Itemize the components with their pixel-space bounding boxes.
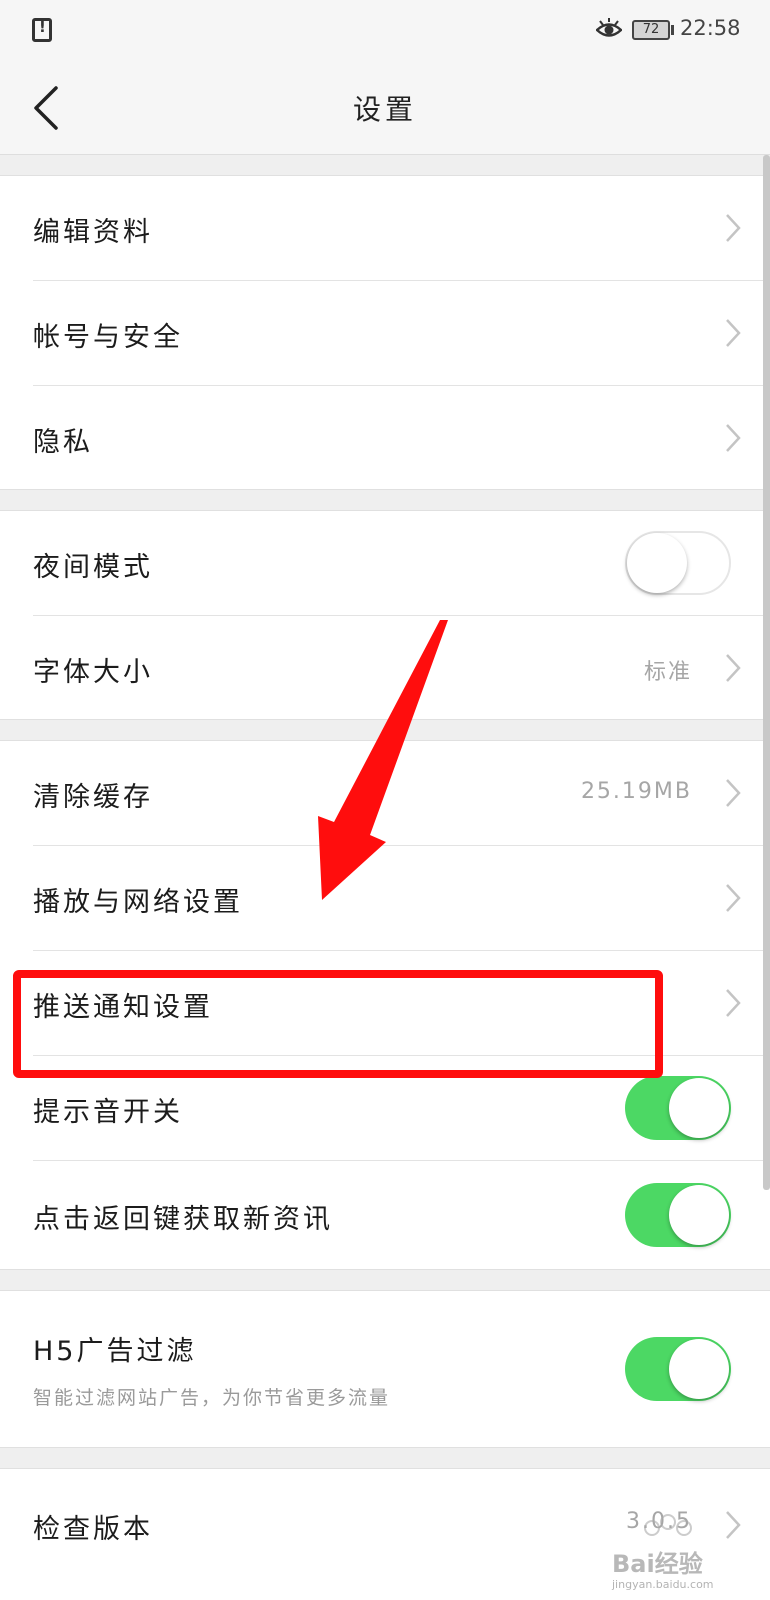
eye-icon bbox=[596, 18, 622, 37]
chevron-right-icon bbox=[726, 779, 741, 807]
settings-item-label: H5广告过滤 bbox=[33, 1336, 197, 1367]
sim-alert-icon bbox=[32, 18, 52, 42]
watermark-text: Bai经验 bbox=[612, 1550, 703, 1578]
annotation-highlight-box bbox=[13, 970, 663, 1078]
battery-indicator: 72 bbox=[632, 20, 670, 40]
status-time: 22:58 bbox=[680, 16, 741, 40]
chevron-right-icon bbox=[726, 654, 741, 682]
cache-size-value: 25.19MB bbox=[580, 779, 692, 804]
settings-item-h5-ad-filter: H5广告过滤 智能过滤网站广告，为你节省更多流量 bbox=[0, 1291, 770, 1449]
status-bar: 72 22:58 bbox=[0, 0, 770, 60]
scrollbar[interactable] bbox=[763, 155, 770, 1190]
annotation-arrow-icon bbox=[318, 620, 448, 900]
settings-item-label: 帐号与安全 bbox=[33, 322, 183, 353]
watermark-url: jingyan.baidu.com bbox=[612, 1578, 714, 1591]
settings-item-account-security[interactable]: 帐号与安全 bbox=[0, 281, 770, 386]
header-bar: 设置 bbox=[0, 60, 770, 155]
font-size-value: 标准 bbox=[643, 660, 692, 685]
toggle-knob bbox=[669, 1339, 729, 1399]
ad-filter-toggle[interactable] bbox=[625, 1337, 731, 1401]
settings-item-label: 提示音开关 bbox=[33, 1097, 183, 1128]
settings-item-label: 编辑资料 bbox=[33, 217, 153, 248]
settings-item-label: 清除缓存 bbox=[33, 782, 153, 813]
settings-item-privacy[interactable]: 隐私 bbox=[0, 386, 770, 491]
night-mode-toggle[interactable] bbox=[625, 531, 731, 595]
settings-item-label: 检查版本 bbox=[33, 1514, 153, 1545]
chevron-right-icon bbox=[726, 989, 741, 1017]
page-title: 设置 bbox=[352, 93, 417, 126]
settings-item-label: 播放与网络设置 bbox=[33, 887, 243, 918]
settings-item-night-mode: 夜间模式 bbox=[0, 511, 770, 616]
settings-group-profile: 编辑资料 帐号与安全 隐私 bbox=[0, 175, 770, 490]
battery-tip bbox=[671, 25, 674, 35]
settings-item-label: 夜间模式 bbox=[33, 552, 153, 583]
settings-item-sublabel: 智能过滤网站广告，为你节省更多流量 bbox=[33, 1387, 391, 1409]
chevron-right-icon bbox=[726, 319, 741, 347]
settings-item-label: 隐私 bbox=[33, 427, 93, 458]
chevron-right-icon bbox=[726, 884, 741, 912]
settings-item-edit-profile[interactable]: 编辑资料 bbox=[0, 176, 770, 281]
settings-item-label: 点击返回键获取新资讯 bbox=[33, 1204, 333, 1235]
chevron-right-icon bbox=[726, 424, 741, 452]
sound-toggle[interactable] bbox=[625, 1076, 731, 1140]
chevron-right-icon bbox=[726, 214, 741, 242]
settings-item-label: 字体大小 bbox=[33, 657, 153, 688]
settings-item-back-refresh: 点击返回键获取新资讯 bbox=[0, 1161, 770, 1271]
back-refresh-toggle[interactable] bbox=[625, 1183, 731, 1247]
toggle-knob bbox=[669, 1078, 729, 1138]
settings-group-ad-filter: H5广告过滤 智能过滤网站广告，为你节省更多流量 bbox=[0, 1290, 770, 1448]
toggle-knob bbox=[669, 1185, 729, 1245]
toggle-knob bbox=[627, 533, 687, 593]
